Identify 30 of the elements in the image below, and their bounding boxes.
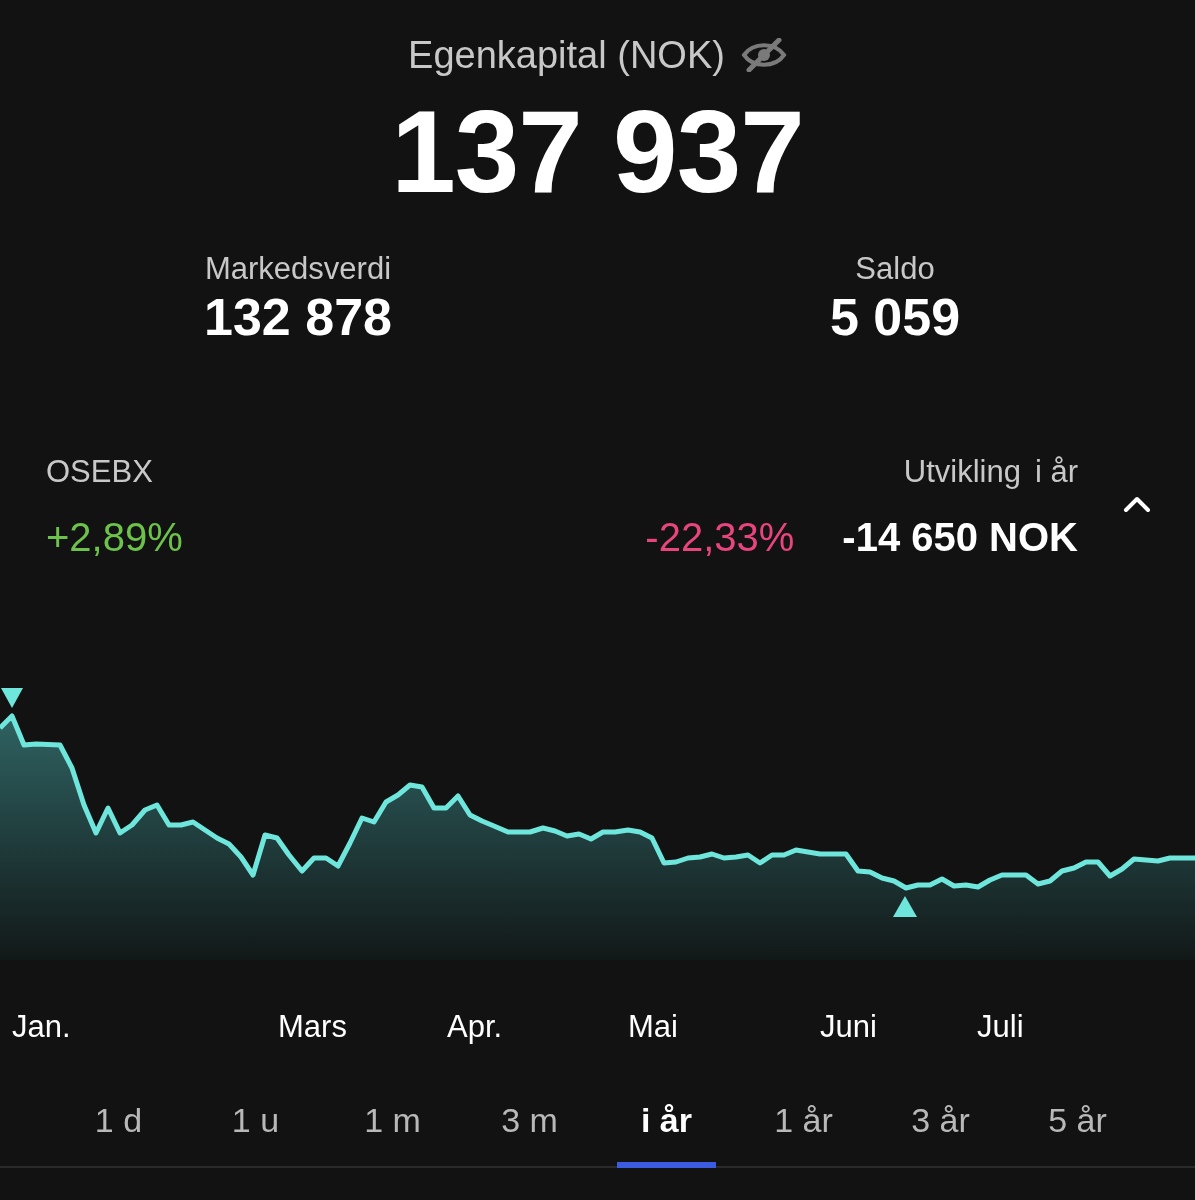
chevron-icon[interactable]	[1122, 494, 1151, 514]
performance-amount: -14 650 NOK	[842, 514, 1078, 561]
period-tab[interactable]: 1 m	[352, 1080, 433, 1168]
period-tab[interactable]: 1 d	[82, 1080, 155, 1168]
month-label: Juli	[977, 1008, 1024, 1046]
summary-label: Saldo	[855, 250, 935, 288]
month-label: Juni	[820, 1008, 877, 1046]
period-tab[interactable]: 3 år	[899, 1080, 982, 1168]
period-tab[interactable]: 5 år	[1036, 1080, 1119, 1168]
low-marker-icon	[893, 896, 917, 917]
performance-label: Utvikling	[903, 454, 1021, 490]
equity-title: Egenkapital (NOK)	[408, 33, 725, 78]
summary-label: Markedsverdi	[204, 250, 392, 288]
benchmark-label: OSEBX	[46, 454, 154, 490]
hidden-eye-icon[interactable]	[740, 38, 787, 72]
period-label: i år	[1034, 454, 1078, 490]
month-label: Apr.	[447, 1008, 503, 1046]
high-marker-icon	[1, 688, 23, 708]
month-label: Mars	[278, 1008, 347, 1046]
benchmark-change: +2,89%	[46, 514, 183, 561]
period-tab[interactable]: i år	[616, 1080, 716, 1168]
equity-value: 137 937	[390, 92, 805, 212]
period-tab[interactable]: 1 år	[762, 1080, 845, 1168]
month-label: Jan.	[12, 1008, 71, 1046]
summary-value: 132 878	[204, 288, 392, 346]
summary-value: 5 059	[829, 288, 961, 346]
period-tab[interactable]: 3 m	[489, 1080, 570, 1168]
month-label: Mai	[628, 1008, 678, 1046]
period-tab[interactable]: 1 u	[219, 1080, 292, 1168]
performance-percent: -22,33%	[645, 514, 795, 561]
